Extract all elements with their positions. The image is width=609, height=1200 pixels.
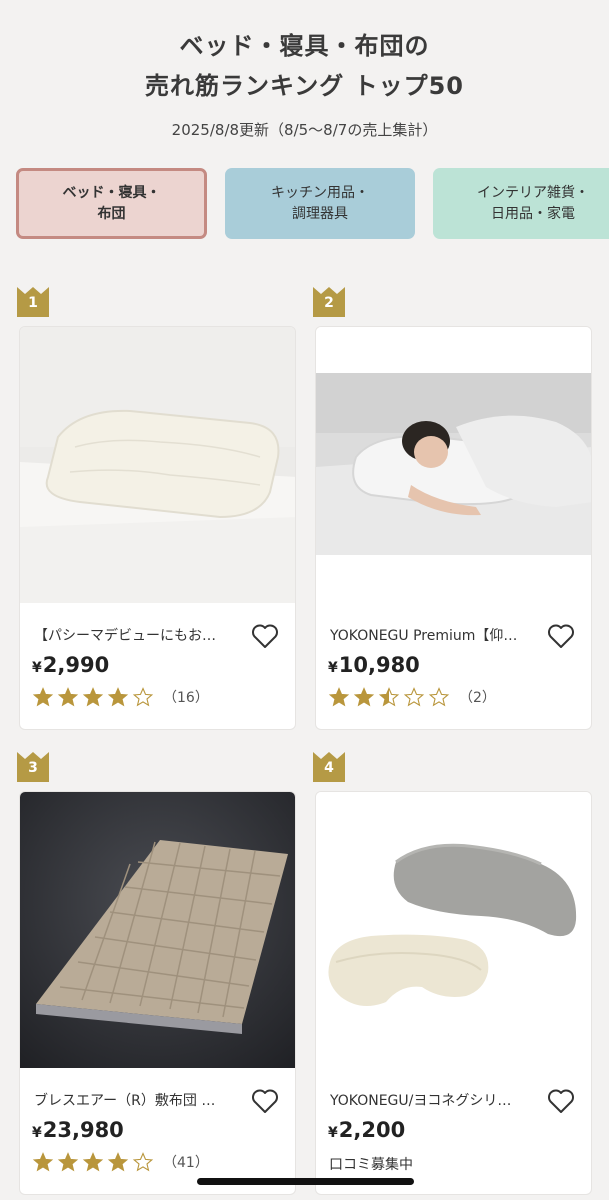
product-price: ¥23,980 (32, 1118, 124, 1142)
product-image-side-sleep-pillow[interactable] (316, 327, 592, 603)
price-value: 23,980 (42, 1118, 124, 1142)
product-name[interactable]: ブレスエアー（R）敷布団 … (34, 1090, 246, 1110)
heart-icon[interactable] (547, 1088, 575, 1114)
page-title-line2: 売れ筋ランキング トップ50 (144, 72, 465, 100)
product-name[interactable]: 【パシーマデビューにもお… (34, 625, 246, 645)
star-icon (378, 687, 403, 707)
review-count: （16） (163, 690, 209, 706)
product-image-futon[interactable] (20, 792, 296, 1068)
tab-interior-line2: 日用品・家電 (491, 205, 575, 222)
rating-stars: （2） (328, 687, 496, 707)
heart-icon[interactable] (251, 1088, 279, 1114)
product-card-2[interactable]: YOKONEGU Premium【仰… ¥10,980 （2） (315, 326, 592, 730)
star-icon (132, 687, 157, 707)
star-icon (328, 687, 353, 707)
star-icon (82, 1152, 107, 1172)
star-icon (107, 687, 132, 707)
tab-bedding[interactable]: ベッド・寝具・ 布団 (16, 168, 207, 239)
product-card-3[interactable]: ブレスエアー（R）敷布団 … ¥23,980 （41） (19, 791, 296, 1195)
star-icon (107, 1152, 132, 1172)
product-image-pillow-pad[interactable] (20, 327, 296, 603)
star-icon (428, 687, 453, 707)
rank-badge-3: 3 (17, 752, 49, 782)
tab-kitchen-line2: 調理器具 (292, 205, 348, 222)
price-value: 2,990 (42, 653, 110, 677)
star-icon (57, 687, 82, 707)
heart-icon[interactable] (547, 623, 575, 649)
star-icon (403, 687, 428, 707)
rank-number: 4 (324, 760, 334, 776)
tab-interior[interactable]: インテリア雑貨・ 日用品・家電 (433, 168, 609, 239)
home-indicator[interactable] (197, 1178, 414, 1185)
rating-stars: （41） (32, 1152, 209, 1172)
heart-icon[interactable] (251, 623, 279, 649)
rating-stars: （16） (32, 687, 209, 707)
currency-symbol: ¥ (32, 1125, 42, 1141)
tab-interior-line1: インテリア雑貨・ (477, 184, 589, 201)
product-price: ¥10,980 (328, 653, 420, 677)
product-price: ¥2,990 (32, 653, 109, 677)
product-name[interactable]: YOKONEGU Premium【仰… (330, 625, 542, 645)
tab-bedding-line1: ベッド・寝具・ (62, 184, 161, 201)
product-name[interactable]: YOKONEGU/ヨコネグシリ… (330, 1090, 542, 1110)
rank-number: 3 (28, 760, 38, 776)
tab-bedding-line2: 布団 (97, 205, 126, 222)
rank-number: 1 (28, 295, 38, 311)
rank-badge-2: 2 (313, 287, 345, 317)
currency-symbol: ¥ (328, 660, 338, 676)
updated-date: 2025/8/8更新（8/5〜8/7の売上集計） (171, 121, 438, 139)
tab-kitchen[interactable]: キッチン用品・ 調理器具 (225, 168, 415, 239)
currency-symbol: ¥ (32, 660, 42, 676)
star-icon (57, 1152, 82, 1172)
price-value: 10,980 (338, 653, 420, 677)
product-image-pillows[interactable] (316, 792, 592, 1068)
review-note: 口コミ募集中 (329, 1157, 413, 1173)
star-icon (353, 687, 378, 707)
review-count: （2） (459, 690, 496, 706)
rank-badge-4: 4 (313, 752, 345, 782)
rank-number: 2 (324, 295, 334, 311)
currency-symbol: ¥ (328, 1125, 338, 1141)
star-icon (132, 1152, 157, 1172)
star-icon (32, 1152, 57, 1172)
page-title-line1: ベッド・寝具・布団の (179, 32, 430, 60)
star-icon (82, 687, 107, 707)
product-card-1[interactable]: 【パシーマデビューにもお… ¥2,990 （16） (19, 326, 296, 730)
price-value: 2,200 (338, 1118, 406, 1142)
product-price: ¥2,200 (328, 1118, 405, 1142)
review-count: （41） (163, 1155, 209, 1171)
product-card-4[interactable]: YOKONEGU/ヨコネグシリ… ¥2,200 口コミ募集中 (315, 791, 592, 1195)
rank-badge-1: 1 (17, 287, 49, 317)
star-icon (32, 687, 57, 707)
tab-kitchen-line1: キッチン用品・ (271, 184, 369, 201)
